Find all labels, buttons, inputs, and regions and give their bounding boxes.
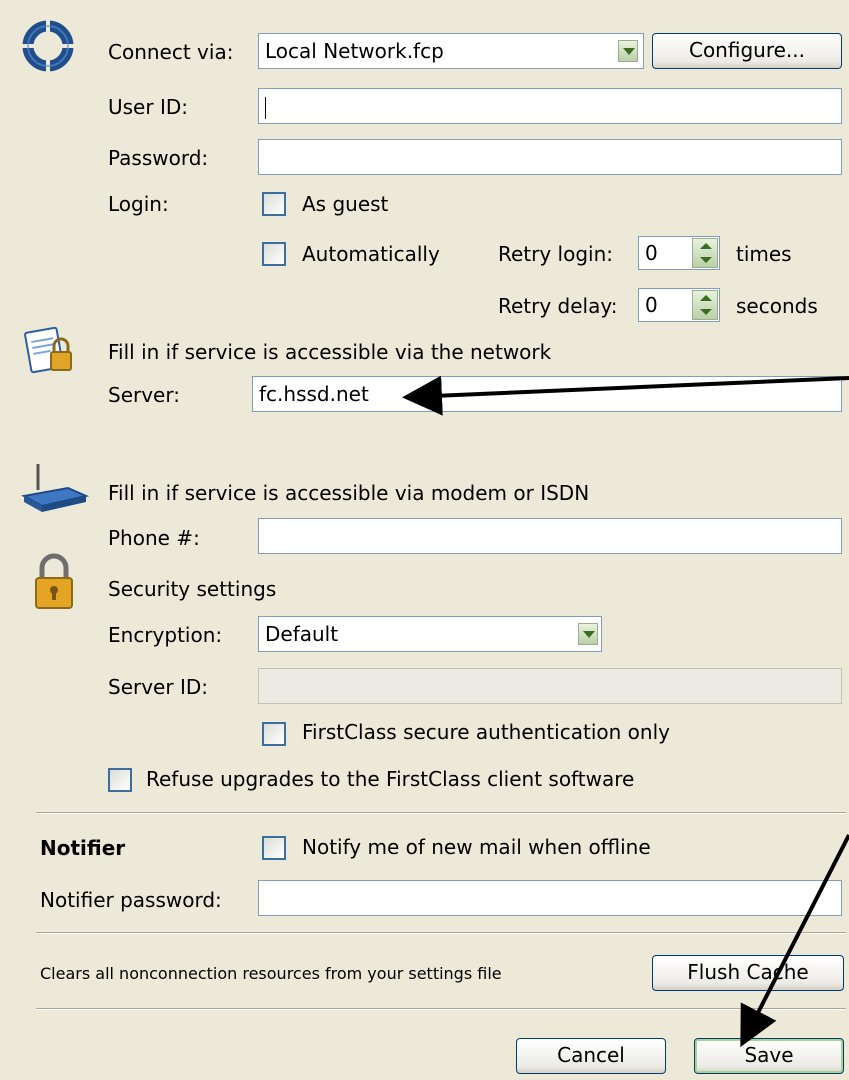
network-heading: Fill in if service is accessible via the… xyxy=(108,340,552,364)
secure-auth-checkbox[interactable] xyxy=(262,722,286,746)
notifier-heading: Notifier xyxy=(40,836,126,860)
encryption-select[interactable]: Default xyxy=(258,616,602,652)
network-document-lock-icon xyxy=(24,326,72,374)
retry-login-label: Retry login: xyxy=(498,242,614,266)
notifier-password-field[interactable] xyxy=(258,880,842,916)
modem-router-icon xyxy=(21,464,90,512)
phone-field[interactable] xyxy=(258,518,842,554)
encryption-label: Encryption: xyxy=(108,623,223,647)
server-id-field[interactable] xyxy=(258,668,842,704)
divider xyxy=(36,812,846,814)
retry-login-spinner-icon[interactable] xyxy=(692,238,718,268)
retry-login-unit: times xyxy=(736,242,792,266)
refuse-upgrades-label[interactable]: Refuse upgrades to the FirstClass client… xyxy=(146,767,634,791)
configure-button[interactable]: Configure... xyxy=(652,33,842,69)
cache-description: Clears all nonconnection resources from … xyxy=(40,964,502,983)
automatically-checkbox[interactable] xyxy=(262,242,286,266)
notify-offline-checkbox[interactable] xyxy=(262,836,286,860)
connect-via-label: Connect via: xyxy=(108,40,234,64)
server-id-label: Server ID: xyxy=(108,675,208,699)
retry-delay-spinner-icon[interactable] xyxy=(692,290,718,320)
connect-via-select[interactable]: Local Network.fcp xyxy=(258,33,644,69)
security-heading: Security settings xyxy=(108,577,277,601)
user-id-field[interactable] xyxy=(258,88,842,124)
text-cursor xyxy=(265,96,266,119)
login-label: Login: xyxy=(108,192,169,216)
server-label: Server: xyxy=(108,383,180,407)
phone-label: Phone #: xyxy=(108,526,200,550)
server-field[interactable]: fc.hssd.net xyxy=(252,376,842,412)
connect-via-value: Local Network.fcp xyxy=(265,39,444,63)
padlock-icon xyxy=(35,553,73,609)
flush-cache-button[interactable]: Flush Cache xyxy=(652,955,844,991)
secure-auth-label[interactable]: FirstClass secure authentication only xyxy=(302,720,670,744)
modem-heading: Fill in if service is accessible via mod… xyxy=(108,481,590,505)
divider xyxy=(36,932,846,934)
dropdown-arrow-icon[interactable] xyxy=(618,40,638,62)
automatically-label[interactable]: Automatically xyxy=(302,242,440,266)
as-guest-label[interactable]: As guest xyxy=(302,192,388,216)
divider xyxy=(36,1008,846,1010)
user-id-label: User ID: xyxy=(108,95,188,119)
connection-ring-icon xyxy=(22,20,74,72)
notify-offline-label[interactable]: Notify me of new mail when offline xyxy=(302,835,651,859)
cancel-button[interactable]: Cancel xyxy=(516,1038,666,1074)
password-label: Password: xyxy=(108,146,209,170)
as-guest-checkbox[interactable] xyxy=(262,192,286,216)
retry-delay-label: Retry delay: xyxy=(498,294,618,318)
notifier-password-label: Notifier password: xyxy=(40,888,222,912)
save-button[interactable]: Save xyxy=(694,1038,844,1074)
refuse-upgrades-checkbox[interactable] xyxy=(108,768,132,792)
password-field[interactable] xyxy=(258,139,842,175)
retry-delay-unit: seconds xyxy=(736,294,818,318)
encryption-dropdown-arrow-icon[interactable] xyxy=(578,623,598,645)
